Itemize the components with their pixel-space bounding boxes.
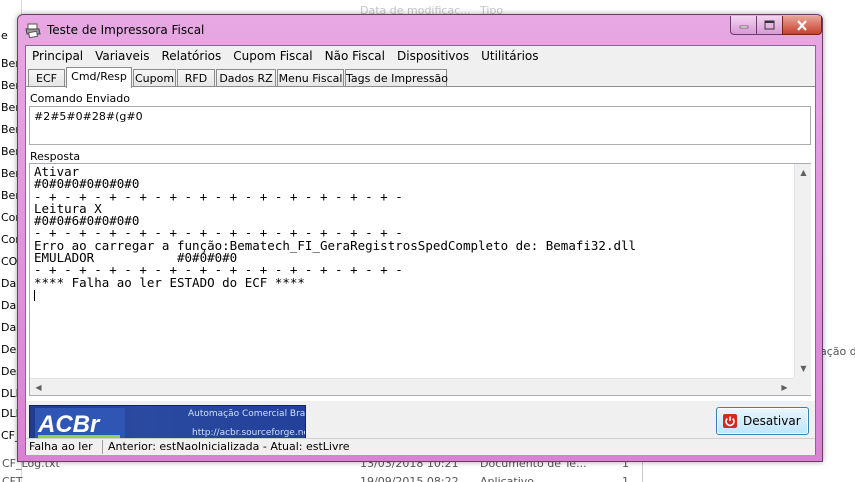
scroll-left-arrow-icon[interactable]: ◀ <box>30 379 47 396</box>
fiscal-printer-test-window: Teste de Impressora Fiscal Principal Var… <box>17 14 823 462</box>
title-bar[interactable]: Teste de Impressora Fiscal <box>18 15 822 45</box>
background-file-size: 1 <box>622 475 629 482</box>
vertical-scrollbar[interactable]: ▲ ▼ <box>794 164 811 378</box>
background-file-name: CFT... <box>2 475 32 482</box>
response-line: **** Falha ao ler ESTADO do ECF **** <box>34 274 305 290</box>
maximize-icon <box>764 20 775 30</box>
svg-text:ACBr: ACBr <box>37 411 101 438</box>
command-input[interactable]: #2#5#0#28#(g#0 <box>29 106 811 145</box>
power-icon <box>723 414 737 428</box>
scroll-right-arrow-icon[interactable]: ▶ <box>776 379 793 396</box>
status-message: Falha ao ler <box>29 440 93 453</box>
minimize-button[interactable] <box>730 16 757 35</box>
background-file-date: 19/09/2015 08:22 <box>360 475 459 482</box>
response-label: Resposta <box>30 150 81 163</box>
status-state: Anterior: estNaoInicializada - Atual: es… <box>108 440 350 453</box>
menu-cupom-fiscal[interactable]: Cupom Fiscal <box>227 46 318 66</box>
response-line: Leitura X <box>34 200 102 216</box>
status-bar: Falha ao ler Anterior: estNaoInicializad… <box>26 438 815 455</box>
menu-nao-fiscal[interactable]: Não Fiscal <box>319 46 391 66</box>
printer-icon <box>25 23 41 38</box>
scroll-up-arrow-icon[interactable]: ▲ <box>795 164 812 181</box>
response-memo[interactable]: Ativar #0#0#0#0#0#0#0- + - + - + - + - + … <box>29 163 811 396</box>
maximize-button[interactable] <box>756 16 783 35</box>
banner-url: http://acbr.sourceforge.net <box>192 428 306 438</box>
menu-dispositivos[interactable]: Dispositivos <box>391 46 475 66</box>
background-file-row[interactable]: CFT... 19/09/2015 08:22 Aplicativo 1 <box>0 474 855 482</box>
background-file-type: Aplicativo <box>480 475 535 482</box>
tab-cmd-resp[interactable]: Cmd/Resp <box>66 67 132 88</box>
menu-bar: Principal Variaveis Relatórios Cupom Fis… <box>26 46 815 66</box>
scroll-down-arrow-icon[interactable]: ▼ <box>795 360 812 377</box>
close-button[interactable] <box>782 16 822 35</box>
minimize-icon <box>739 25 748 29</box>
desativar-button[interactable]: Desativar <box>716 407 809 435</box>
status-separator <box>102 440 103 454</box>
menu-relatorios[interactable]: Relatórios <box>155 46 227 66</box>
response-line: - + - + - + - + - + - + - + - + - + - + … <box>34 188 403 204</box>
response-line: Ativar <box>34 166 80 179</box>
menu-principal[interactable]: Principal <box>26 46 89 66</box>
cmd-resp-panel: Comando Enviado #2#5#0#28#(g#0 Resposta … <box>26 86 815 401</box>
menu-utilitarios[interactable]: Utilitários <box>475 46 544 66</box>
text-caret <box>34 289 35 301</box>
banner-tagline: Automação Comercial Brasil <box>188 409 306 419</box>
close-icon <box>797 19 807 31</box>
menu-variaveis[interactable]: Variaveis <box>89 46 155 66</box>
footer-area: ACBr Automação Comercial Brasil http://a… <box>26 402 815 442</box>
desativar-label: Desativar <box>743 414 801 428</box>
scroll-corner <box>794 378 811 395</box>
window-title: Teste de Impressora Fiscal <box>47 23 205 37</box>
tab-strip: ECF Cmd/Resp Cupom RFD Dados RZ Menu Fis… <box>26 67 815 88</box>
command-label: Comando Enviado <box>30 92 130 105</box>
acbr-banner[interactable]: ACBr Automação Comercial Brasil http://a… <box>29 405 306 442</box>
response-text[interactable]: Ativar #0#0#0#0#0#0#0- + - + - + - + - + … <box>34 166 794 376</box>
window-client-area: Principal Variaveis Relatórios Cupom Fis… <box>25 45 816 455</box>
acbr-logo: ACBr <box>35 408 125 441</box>
horizontal-scrollbar[interactable]: ◀ ▶ <box>30 378 794 395</box>
background-right-text: ação d <box>820 345 855 358</box>
